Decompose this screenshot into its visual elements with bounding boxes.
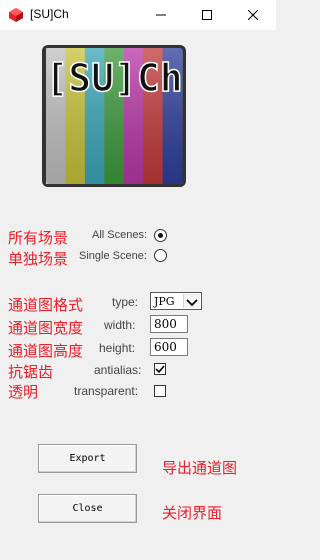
transparent-checkbox[interactable] (154, 385, 166, 397)
minimize-button[interactable] (138, 0, 184, 30)
close-button[interactable]: Close (38, 494, 137, 523)
chevron-down-icon (186, 299, 198, 307)
single-scene-label: Single Scene: (79, 250, 147, 262)
annotation-channel-width: 通道图宽度 (8, 319, 84, 337)
logo-image: [SU]Ch (42, 45, 186, 187)
all-scenes-label: All Scenes: (92, 229, 148, 241)
annotation-channel-height: 通道图高度 (8, 342, 84, 360)
annotation-antialias: 抗锯齿 (8, 363, 54, 381)
transparent-label: transparent: (74, 384, 139, 398)
radio-dot (158, 233, 163, 238)
type-label: type: (112, 295, 139, 309)
height-label: height: (99, 341, 136, 355)
annotation-transparent: 透明 (8, 383, 39, 401)
dropdown-arrow[interactable] (183, 294, 200, 308)
app-icon (9, 8, 23, 22)
type-select[interactable]: JPG (150, 292, 202, 310)
checkmark-icon (155, 365, 165, 374)
width-label: width: (104, 318, 136, 332)
type-select-value: JPG (154, 295, 175, 308)
annotation-single-scene: 单独场景 (8, 250, 69, 268)
annotation-channel-format: 通道图格式 (8, 296, 84, 314)
close-window-button[interactable] (230, 0, 276, 30)
close-icon (248, 10, 258, 20)
all-scenes-radio[interactable] (154, 229, 167, 242)
minimize-icon (156, 14, 166, 16)
annotation-all-scenes: 所有场景 (8, 229, 69, 247)
title-bar: [SU]Ch (0, 0, 276, 30)
export-button[interactable]: Export (38, 444, 137, 473)
antialias-label: antialias: (94, 363, 142, 377)
maximize-button[interactable] (184, 0, 230, 30)
antialias-checkbox[interactable] (154, 363, 166, 375)
width-input[interactable] (150, 315, 188, 333)
height-input[interactable] (150, 338, 188, 356)
logo-text: [SU]Ch (45, 56, 182, 100)
annotation-export: 导出通道图 (162, 459, 238, 477)
maximize-icon (202, 10, 212, 20)
annotation-close: 关闭界面 (162, 504, 223, 522)
window-title: [SU]Ch (30, 7, 69, 21)
single-scene-radio[interactable] (154, 249, 167, 262)
